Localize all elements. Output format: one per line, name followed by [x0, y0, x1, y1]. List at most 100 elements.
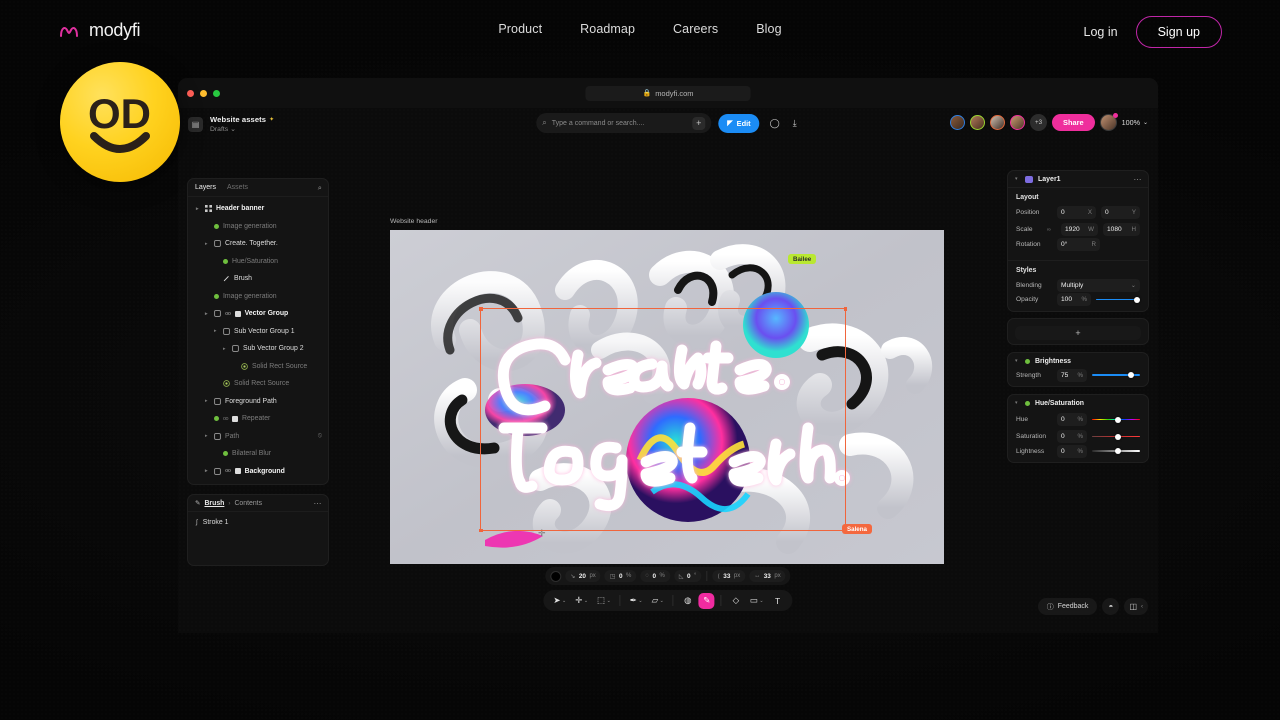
property-chip-flow[interactable]: ◳ 0%: [604, 570, 637, 582]
avatar[interactable]: [1010, 115, 1026, 130]
resize-handle[interactable]: [843, 307, 847, 311]
lightness-input[interactable]: 0 %: [1057, 444, 1087, 458]
expand-caret-icon[interactable]: ▸: [205, 468, 210, 474]
feedback-button[interactable]: ⓘ Feedback: [1037, 598, 1098, 615]
mask-icon[interactable]: [234, 468, 241, 475]
saturation-input[interactable]: 0 %: [1057, 430, 1087, 443]
login-link[interactable]: Log in: [1084, 25, 1118, 39]
property-chip-spacing[interactable]: ⟨ 33 px: [712, 570, 746, 582]
resize-handle[interactable]: [479, 307, 483, 311]
document-meta[interactable]: ▤ Website assets ✦ Drafts ⌄: [188, 115, 274, 133]
crop-tool[interactable]: ▭ ⌄: [747, 593, 767, 609]
more-options-icon[interactable]: ⋯: [314, 499, 323, 508]
lightness-slider[interactable]: [1092, 445, 1140, 458]
link-icon[interactable]: oo: [223, 416, 229, 422]
nav-link-product[interactable]: Product: [498, 22, 542, 36]
effect-header[interactable]: ▾ Hue/Saturation: [1008, 395, 1148, 411]
list-item[interactable]: ∫ Stroke 1: [188, 514, 328, 531]
layer-row[interactable]: ▸ Foreground Path: [188, 393, 328, 411]
blending-mode-select[interactable]: Multiply ⌄: [1057, 279, 1140, 292]
add-effect-button[interactable]: +: [1015, 326, 1141, 340]
stamp-tool[interactable]: ◍: [680, 593, 696, 609]
resize-handle[interactable]: [479, 528, 483, 532]
layer-row[interactable]: ▸Solid Rect Source: [188, 375, 328, 393]
pen-tool[interactable]: ✒ ⌄: [627, 593, 646, 609]
layer-row[interactable]: ▸ Create. Together.: [188, 235, 328, 253]
expand-caret-icon[interactable]: ▸: [205, 311, 210, 317]
scale-h-input[interactable]: 1080 H: [1103, 223, 1140, 236]
opacity-input[interactable]: 100 %: [1057, 293, 1091, 306]
eraser-tool[interactable]: ◇: [728, 593, 744, 609]
avatar[interactable]: [970, 115, 986, 130]
property-chip-angle[interactable]: ◺ 0 °: [673, 570, 702, 582]
scale-w-input[interactable]: 1920 W: [1061, 223, 1098, 236]
brush-panel-title[interactable]: Brush: [204, 500, 224, 507]
rotation-input[interactable]: 0° R: [1057, 238, 1100, 251]
expand-caret-icon[interactable]: ▸: [214, 328, 219, 334]
canvas-artboard[interactable]: Bailee Salena ✛: [390, 230, 944, 564]
brush-tool[interactable]: ✎: [698, 592, 715, 609]
chevron-down-icon[interactable]: ▾: [1015, 176, 1020, 182]
position-x-input[interactable]: 0 X: [1057, 206, 1096, 219]
link-icon[interactable]: ∞: [1047, 227, 1056, 233]
saturation-slider[interactable]: [1092, 430, 1140, 443]
link-icon[interactable]: oo: [225, 311, 231, 317]
share-button[interactable]: Share: [1052, 114, 1095, 131]
maximize-window-button[interactable]: [213, 89, 220, 97]
signup-button[interactable]: Sign up: [1135, 16, 1222, 48]
layer-row[interactable]: ▸ Sub Vector Group 1: [188, 323, 328, 341]
download-icon[interactable]: ⤓: [790, 118, 800, 129]
window-traffic-lights[interactable]: [187, 89, 220, 97]
close-window-button[interactable]: [187, 89, 194, 97]
avatar[interactable]: [990, 115, 1006, 130]
strength-input[interactable]: 75 %: [1057, 368, 1087, 382]
color-swatch[interactable]: [550, 570, 562, 582]
minimize-window-button[interactable]: [200, 89, 207, 97]
chevron-down-icon[interactable]: ▾: [1015, 358, 1020, 364]
search-icon[interactable]: ⌕: [318, 183, 322, 193]
mask-icon[interactable]: [232, 415, 238, 422]
layer-row[interactable]: ▸ Sub Vector Group 2: [188, 340, 328, 358]
hue-input[interactable]: 0 %: [1057, 413, 1087, 426]
edit-mode-button[interactable]: ◤ Edit: [718, 113, 760, 133]
hue-slider[interactable]: [1092, 413, 1140, 426]
shape-tool[interactable]: ▱ ⌄: [649, 593, 667, 609]
layer-row[interactable]: ▸Image generation: [188, 288, 328, 306]
search-input[interactable]: ⌕ Type a command or search.... +: [536, 113, 712, 133]
tab-layers[interactable]: Layers: [195, 184, 216, 191]
chevron-down-icon[interactable]: ▾: [1015, 400, 1020, 406]
avatar[interactable]: [950, 115, 966, 130]
effect-toggle-icon[interactable]: [1025, 358, 1030, 364]
strength-slider[interactable]: [1092, 369, 1140, 382]
browser-url-bar[interactable]: 🔒 modyfi.com: [585, 85, 751, 101]
expand-caret-icon[interactable]: ▸: [196, 206, 201, 212]
collaborators-overflow[interactable]: +3: [1030, 114, 1048, 131]
layer-row[interactable]: ▸Brush: [188, 270, 328, 288]
property-chip-offset[interactable]: ↔ 33 px: [749, 570, 786, 582]
comment-icon[interactable]: ◯: [767, 118, 783, 129]
panel-toggle-button[interactable]: ◫ ‹: [1124, 598, 1148, 615]
layer-row[interactable]: ▸ oo Background: [188, 463, 328, 481]
layer-row[interactable]: ▸ oo Vector Group: [188, 305, 328, 323]
layer-row[interactable]: ▸ooRepeater: [188, 410, 328, 428]
mask-icon[interactable]: [234, 310, 241, 317]
layer-row[interactable]: ▸ Header banner: [188, 200, 328, 218]
expand-caret-icon[interactable]: ▸: [205, 398, 210, 404]
nav-link-careers[interactable]: Careers: [673, 22, 718, 36]
property-chip-stroke-width[interactable]: ↘ 20 px: [565, 570, 601, 582]
hidden-eye-icon[interactable]: ⦸: [318, 432, 322, 440]
move-tool[interactable]: ✛ ⌄: [572, 593, 591, 609]
brush-panel-crumb[interactable]: Contents: [234, 500, 262, 507]
selection-bounding-box[interactable]: [479, 307, 847, 532]
layer-row[interactable]: ▸ Path ⦸: [188, 428, 328, 446]
frame-tool[interactable]: ⬚ ⌄: [594, 593, 614, 609]
notifications-button[interactable]: ◓: [1102, 598, 1120, 615]
zoom-level-control[interactable]: 100% ⌄: [1122, 118, 1148, 127]
chevron-down-icon[interactable]: ⌄: [230, 125, 236, 133]
select-tool[interactable]: ➤ ⌄: [550, 593, 569, 609]
nav-link-blog[interactable]: Blog: [756, 22, 781, 36]
expand-caret-icon[interactable]: ▸: [223, 346, 228, 352]
expand-caret-icon[interactable]: ▸: [205, 241, 210, 247]
opacity-slider[interactable]: [1096, 293, 1140, 306]
tab-assets[interactable]: Assets: [227, 184, 248, 191]
